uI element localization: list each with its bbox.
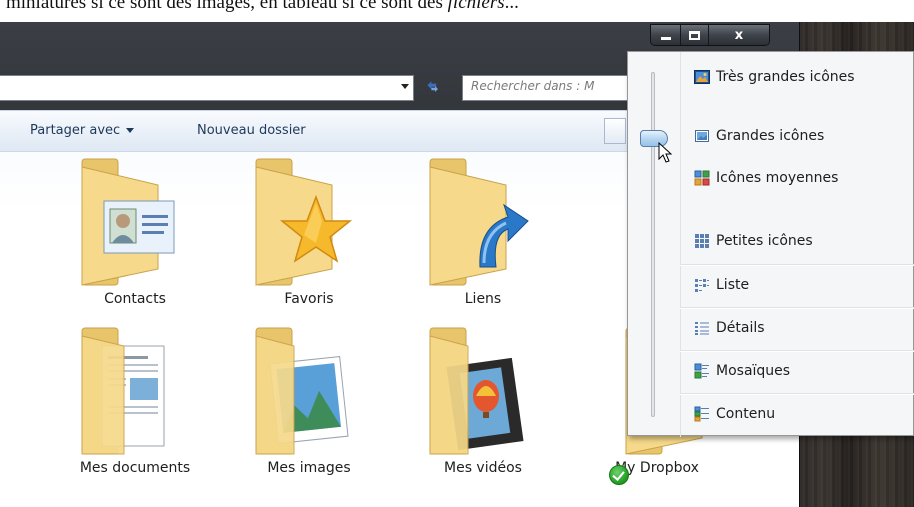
folder-label: Liens [464,291,502,307]
tiles-icon [694,363,709,379]
view-size-slider-track[interactable] [651,72,655,417]
folder-favorites-icon [255,158,353,286]
menu-item-extra-large-icons[interactable]: Très grandes icônes [694,66,855,88]
chevron-down-icon[interactable] [401,84,409,89]
menu-separator [680,393,914,395]
minimize-button[interactable] [651,25,681,45]
new-folder-button[interactable]: Nouveau dossier [189,123,314,138]
mouse-cursor-icon [658,142,672,163]
folder-contacts-icon [81,158,175,286]
close-button[interactable]: x [709,25,769,45]
details-icon [695,322,709,335]
folder-label: Mes vidéos [444,460,522,476]
menu-item-large-icons[interactable]: Grandes icônes [694,125,824,147]
chevron-down-icon [126,128,135,133]
caption-italic: fichiers [447,0,505,13]
menu-item-label: Grandes icônes [716,128,825,144]
folder-label: Contacts [104,291,166,307]
folder-links-icon [429,158,529,286]
folder-videos-icon [429,327,524,455]
menu-separator [680,307,914,309]
caption-tail: ... [504,0,519,13]
menu-item-label: Petites icônes [716,233,813,249]
folder-item[interactable]: Contacts [60,157,210,317]
menu-item-label: Icônes moyennes [716,170,839,186]
folder-item[interactable]: Liens [408,157,558,317]
folder-label: My Dropbox [615,460,699,476]
large-icons-icon [695,130,709,142]
menu-item-label: Très grandes icônes [716,69,855,85]
folder-label: Mes documents [79,460,191,476]
refresh-button[interactable] [418,75,450,101]
maximize-button[interactable] [681,25,709,45]
maximize-icon [689,30,700,40]
medium-icons-icon [694,170,710,186]
extra-large-icons-icon [694,70,710,84]
view-options-menu: Très grandes icônes Grandes icônes Icône… [627,51,914,437]
menu-item-label: Mosaïques [716,363,791,379]
folder-pictures-icon [255,327,349,455]
menu-item-medium-icons[interactable]: Icônes moyennes [694,167,838,189]
menu-item-details[interactable]: Détails [694,317,765,339]
share-with-label: Partager avec [30,123,121,138]
menu-item-small-icons[interactable]: Petites icônes [694,230,813,252]
caption-text: miniatures si ce sont des images, en tab… [6,0,448,13]
close-icon: x [734,27,744,43]
minimize-icon [660,36,671,40]
share-with-button[interactable]: Partager avec [22,123,142,138]
address-bar[interactable] [0,75,414,101]
small-icons-icon [695,234,709,248]
menu-item-tiles[interactable]: Mosaïques [694,360,790,382]
menu-gutter [680,52,681,437]
sync-check-icon [609,465,629,485]
change-view-button[interactable] [604,118,626,144]
page-caption: miniatures si ce sont des images, en tab… [6,0,519,14]
menu-item-content[interactable]: Contenu [694,403,775,425]
menu-separator [680,350,914,352]
refresh-icon [427,81,438,92]
menu-item-label: Liste [716,277,750,293]
menu-item-list[interactable]: Liste [694,274,749,296]
list-icon [695,279,709,292]
folder-item[interactable]: Mes images [234,326,384,486]
folder-item[interactable]: Favoris [234,157,384,317]
folder-item[interactable]: Mes documents [60,326,210,486]
folder-label: Mes images [267,460,351,476]
menu-separator [680,264,914,266]
content-icon [694,406,709,422]
window-caption-buttons: x [650,24,770,46]
folder-item[interactable]: Mes vidéos [408,326,558,486]
folder-documents-icon [81,327,165,455]
folder-label: Favoris [284,291,334,307]
menu-item-label: Détails [716,320,765,336]
menu-item-label: Contenu [716,406,776,422]
